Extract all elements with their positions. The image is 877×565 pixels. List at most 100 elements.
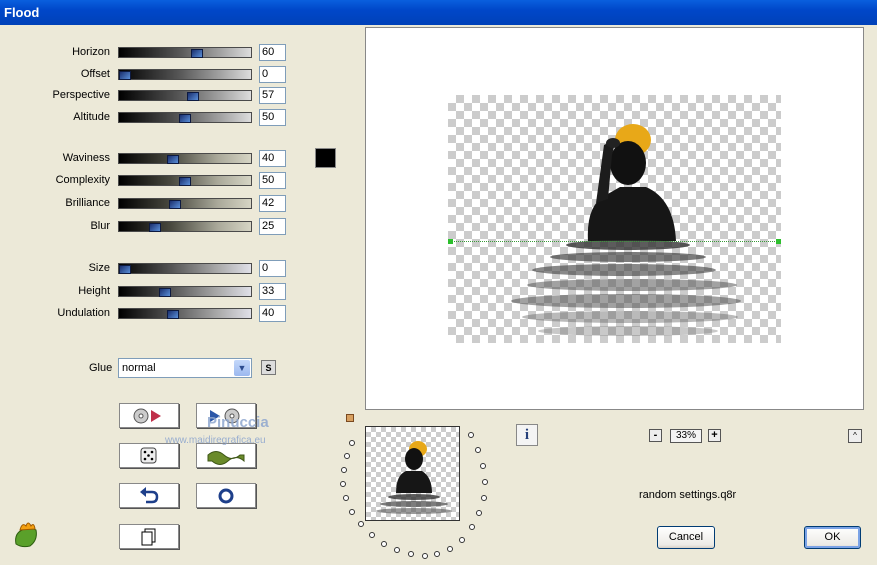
blur-slider[interactable] bbox=[118, 221, 252, 232]
wave-button[interactable] bbox=[196, 443, 256, 468]
copy-button[interactable] bbox=[119, 524, 179, 549]
dial-dot[interactable] bbox=[369, 532, 375, 538]
perspective-slider[interactable] bbox=[118, 90, 252, 101]
brilliance-slider-thumb[interactable] bbox=[169, 200, 182, 209]
blur-slider-thumb[interactable] bbox=[149, 223, 161, 232]
height-label: Height bbox=[78, 285, 110, 297]
load-preset-button[interactable] bbox=[119, 403, 179, 428]
slider-row-perspective: Perspective 57 bbox=[0, 87, 300, 105]
zoom-in-button[interactable]: + bbox=[708, 429, 721, 442]
dial-dot[interactable] bbox=[344, 453, 350, 459]
glue-label: Glue bbox=[89, 362, 113, 374]
slider-row-altitude: Altitude 50 bbox=[0, 109, 300, 127]
perspective-slider-thumb[interactable] bbox=[187, 92, 200, 101]
slider-row-horizon: Horizon 60 bbox=[0, 44, 300, 62]
size-input[interactable]: 0 bbox=[259, 260, 286, 277]
preview-scroll-up-button[interactable]: ^ bbox=[848, 429, 862, 443]
size-slider[interactable] bbox=[118, 263, 252, 274]
offset-slider-thumb[interactable] bbox=[119, 71, 131, 80]
blur-label: Blur bbox=[90, 220, 110, 232]
size-label: Size bbox=[88, 262, 110, 274]
dial-dot[interactable] bbox=[408, 551, 414, 557]
dial-dot[interactable] bbox=[480, 463, 486, 469]
window-title: Flood bbox=[4, 5, 40, 20]
dial-dot[interactable] bbox=[482, 479, 488, 485]
complexity-input[interactable]: 50 bbox=[259, 172, 286, 189]
glue-s-button[interactable]: S bbox=[261, 360, 276, 375]
offset-slider[interactable] bbox=[118, 69, 252, 80]
dial-dot[interactable] bbox=[394, 547, 400, 553]
dial-dot[interactable] bbox=[349, 440, 355, 446]
dial-dot[interactable] bbox=[349, 509, 355, 515]
preview-image bbox=[511, 124, 741, 336]
horizon-handle-right[interactable] bbox=[776, 239, 781, 244]
dial-dot[interactable] bbox=[447, 546, 453, 552]
dial-dot[interactable] bbox=[481, 495, 487, 501]
horizon-input[interactable]: 60 bbox=[259, 44, 286, 61]
brilliance-slider[interactable] bbox=[118, 198, 252, 209]
preview-marker-icon[interactable] bbox=[346, 414, 354, 422]
altitude-input[interactable]: 50 bbox=[259, 109, 286, 126]
perspective-input[interactable]: 57 bbox=[259, 87, 286, 104]
complexity-slider[interactable] bbox=[118, 175, 252, 186]
glue-select[interactable]: normal ▼ bbox=[118, 358, 252, 378]
preview-canvas[interactable] bbox=[448, 95, 781, 343]
undulation-slider[interactable] bbox=[118, 308, 252, 319]
altitude-slider[interactable] bbox=[118, 112, 252, 123]
dial-dot[interactable] bbox=[343, 495, 349, 501]
dial-dot[interactable] bbox=[459, 537, 465, 543]
dial-dot[interactable] bbox=[469, 524, 475, 530]
slider-row-undulation: Undulation 40 bbox=[0, 305, 300, 323]
app-logo-icon bbox=[15, 522, 37, 548]
complexity-label: Complexity bbox=[55, 174, 110, 186]
chevron-down-icon[interactable]: ▼ bbox=[234, 360, 250, 376]
dial-dot[interactable] bbox=[341, 467, 347, 473]
offset-input[interactable]: 0 bbox=[259, 66, 286, 83]
waviness-slider[interactable] bbox=[118, 153, 252, 164]
height-slider-thumb[interactable] bbox=[158, 288, 171, 297]
watermark-title: Pinuccia bbox=[207, 414, 269, 431]
horizon-handle-left[interactable] bbox=[448, 239, 453, 244]
dial-dot[interactable] bbox=[422, 553, 428, 559]
reset-button[interactable] bbox=[196, 483, 256, 508]
navigator-thumbnail[interactable] bbox=[365, 426, 460, 521]
preview-panel[interactable] bbox=[365, 27, 864, 410]
color-swatch[interactable] bbox=[315, 148, 336, 168]
undo-button[interactable] bbox=[119, 483, 179, 508]
slider-row-complexity: Complexity 50 bbox=[0, 172, 300, 190]
height-input[interactable]: 33 bbox=[259, 283, 286, 300]
slider-row-size: Size 0 bbox=[0, 260, 300, 278]
altitude-slider-thumb[interactable] bbox=[179, 114, 191, 123]
waviness-slider-thumb[interactable] bbox=[167, 155, 179, 164]
dial-dot[interactable] bbox=[476, 510, 482, 516]
document-copy-icon bbox=[141, 528, 156, 545]
dial-dot[interactable] bbox=[381, 541, 387, 547]
waviness-label: Waviness bbox=[62, 152, 110, 164]
dial-dot[interactable] bbox=[434, 551, 440, 557]
horizon-slider-thumb[interactable] bbox=[191, 49, 203, 58]
randomize-button[interactable] bbox=[119, 443, 179, 468]
dial-dot[interactable] bbox=[358, 521, 364, 527]
brilliance-input[interactable]: 42 bbox=[259, 195, 286, 212]
ok-button[interactable]: OK bbox=[804, 526, 861, 549]
waviness-input[interactable]: 40 bbox=[259, 150, 286, 167]
horizon-slider[interactable] bbox=[118, 47, 252, 58]
blur-input[interactable]: 25 bbox=[259, 218, 286, 235]
height-slider[interactable] bbox=[118, 286, 252, 297]
horizon-guide-line bbox=[448, 241, 781, 242]
info-button[interactable]: i bbox=[516, 424, 538, 446]
cancel-button[interactable]: Cancel bbox=[657, 526, 715, 549]
settings-filename: random settings.q8r bbox=[639, 489, 737, 501]
slider-row-offset: Offset 0 bbox=[0, 66, 300, 84]
dial-dot[interactable] bbox=[468, 432, 474, 438]
complexity-slider-thumb[interactable] bbox=[179, 177, 191, 186]
offset-label: Offset bbox=[80, 68, 110, 80]
dial-dot[interactable] bbox=[340, 481, 346, 487]
zoom-level[interactable]: 33% bbox=[670, 429, 702, 443]
undulation-input[interactable]: 40 bbox=[259, 305, 286, 322]
title-bar: Flood bbox=[0, 0, 877, 25]
zoom-out-button[interactable]: - bbox=[649, 429, 662, 442]
size-slider-thumb[interactable] bbox=[119, 265, 131, 274]
dial-dot[interactable] bbox=[475, 447, 481, 453]
undulation-slider-thumb[interactable] bbox=[167, 310, 179, 319]
